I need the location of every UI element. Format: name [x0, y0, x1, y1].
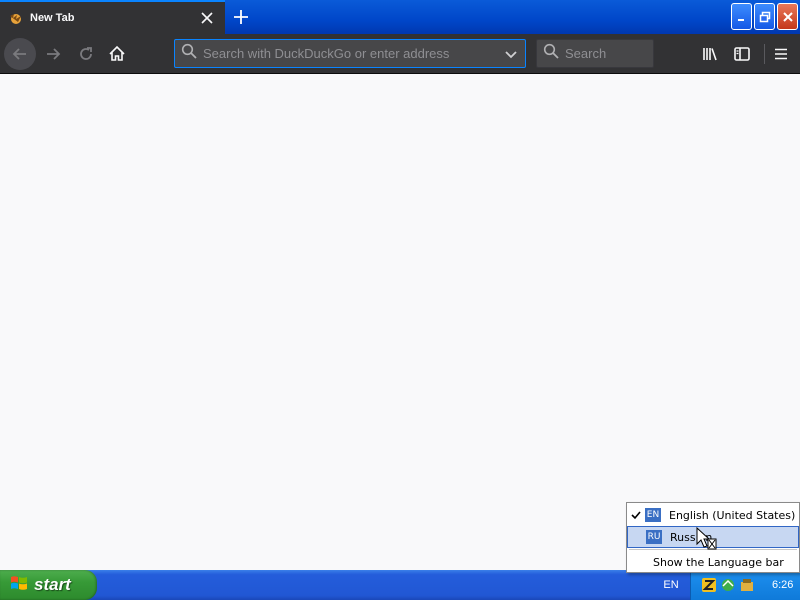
forward-button[interactable]	[37, 38, 69, 70]
close-tab-icon[interactable]	[197, 8, 217, 28]
arrow-left-icon	[12, 48, 26, 60]
title-bar: New Tab	[0, 0, 800, 34]
minimize-button[interactable]	[731, 3, 752, 30]
minimize-icon	[737, 18, 744, 21]
taskbar: start EN 6:26	[0, 570, 800, 600]
network-icon[interactable]	[720, 577, 736, 593]
show-language-bar-item[interactable]: Show the Language bar	[627, 551, 799, 573]
language-code-badge: EN	[645, 508, 661, 522]
arrow-right-icon	[47, 48, 61, 60]
search-icon	[543, 43, 559, 64]
windows-logo-icon	[10, 574, 28, 597]
tab-new-tab[interactable]: New Tab	[0, 0, 225, 34]
close-icon	[782, 11, 793, 22]
checkmark-icon	[627, 510, 645, 520]
library-button[interactable]	[694, 38, 726, 70]
mouse-cursor-icon	[696, 527, 717, 550]
reload-icon	[80, 47, 92, 60]
start-label: start	[34, 575, 71, 594]
start-button[interactable]: start	[0, 570, 97, 600]
plus-icon	[234, 10, 248, 24]
system-tray: 6:26	[690, 570, 800, 600]
search-bar[interactable]	[536, 39, 654, 68]
home-icon	[109, 45, 125, 61]
search-icon	[181, 43, 197, 64]
language-item-english[interactable]: EN English (United States)	[627, 504, 799, 526]
tab-title: New Tab	[30, 12, 75, 24]
home-button[interactable]	[101, 38, 133, 70]
new-tab-button[interactable]	[228, 4, 254, 30]
address-bar[interactable]	[174, 39, 526, 68]
restore-button[interactable]	[754, 3, 775, 30]
language-code-badge: RU	[646, 530, 662, 544]
firefox-icon	[8, 10, 24, 26]
back-button[interactable]	[4, 38, 36, 70]
library-icon	[703, 48, 717, 61]
clock[interactable]: 6:26	[772, 579, 793, 591]
reload-button[interactable]	[70, 38, 102, 70]
language-indicator[interactable]: EN	[655, 570, 687, 600]
sidebar-icon	[734, 47, 750, 61]
restore-icon	[759, 11, 770, 22]
hamburger-menu-icon	[775, 48, 787, 60]
page-content[interactable]	[0, 75, 800, 570]
navigation-toolbar	[0, 34, 800, 74]
language-label: English (United States)	[669, 508, 796, 522]
show-language-bar-label: Show the Language bar	[653, 555, 784, 569]
menu-button[interactable]	[765, 38, 797, 70]
search-input[interactable]	[559, 40, 653, 67]
tray-app-icon[interactable]	[739, 577, 755, 593]
zone-alarm-icon[interactable]	[701, 577, 717, 593]
address-input[interactable]	[197, 40, 497, 67]
chevron-down-icon[interactable]	[497, 40, 525, 67]
close-window-button[interactable]	[777, 3, 798, 30]
sidebar-button[interactable]	[726, 38, 758, 70]
